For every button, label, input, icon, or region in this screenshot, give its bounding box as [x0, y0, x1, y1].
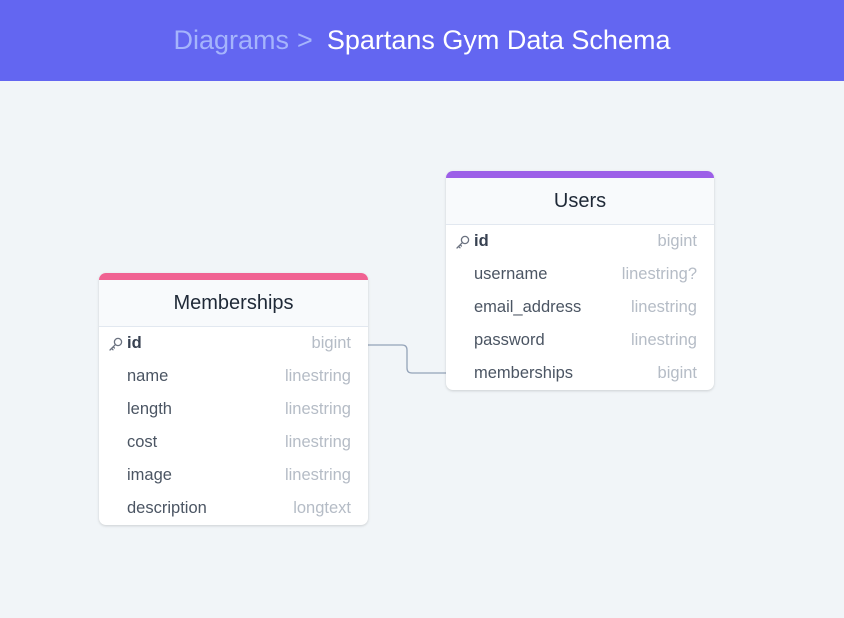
- field-type: linestring: [630, 298, 697, 316]
- field-row-length[interactable]: length linestring: [99, 393, 368, 426]
- relation-line-memberships-users: [368, 344, 446, 374]
- field-name: length: [127, 400, 172, 418]
- field-row-id[interactable]: id bigint: [99, 327, 368, 360]
- field-row-memberships[interactable]: memberships bigint: [446, 357, 714, 390]
- field-row-username[interactable]: username linestring?: [446, 258, 714, 291]
- breadcrumb-diagrams[interactable]: Diagrams: [174, 25, 290, 56]
- field-type: linestring: [284, 400, 351, 418]
- field-name: name: [127, 367, 169, 385]
- field-type: linestring: [284, 433, 351, 451]
- table-accent-bar: [99, 273, 368, 280]
- field-name: password: [474, 331, 545, 349]
- field-type: linestring: [284, 466, 351, 484]
- field-list: id bigint username linestring? email_add…: [446, 225, 714, 390]
- table-accent-bar: [446, 171, 714, 178]
- page-title: Spartans Gym Data Schema: [326, 25, 671, 55]
- field-list: id bigint name linestring length linestr…: [99, 327, 368, 525]
- field-row-email-address[interactable]: email_address linestring: [446, 291, 714, 324]
- field-name: description: [127, 499, 207, 517]
- field-type: linestring: [284, 367, 351, 385]
- field-row-image[interactable]: image linestring: [99, 459, 368, 492]
- field-type: longtext: [293, 499, 351, 517]
- field-name: username: [474, 265, 548, 283]
- field-type: linestring: [630, 331, 697, 349]
- breadcrumb-separator: >: [297, 25, 313, 55]
- field-name: image: [127, 466, 172, 484]
- table-memberships[interactable]: Memberships id bigint name linestring le…: [99, 273, 368, 525]
- table-header[interactable]: Memberships: [99, 280, 368, 327]
- field-type: linestring?: [621, 265, 697, 283]
- field-name: memberships: [474, 364, 574, 382]
- field-row-description[interactable]: description longtext: [99, 492, 368, 525]
- key-icon: [109, 337, 123, 351]
- field-row-id[interactable]: id bigint: [446, 225, 714, 258]
- field-type: bigint: [657, 232, 697, 250]
- header-bar: Diagrams > Spartans Gym Data Schema: [0, 0, 844, 81]
- field-type: bigint: [657, 364, 697, 382]
- field-row-name[interactable]: name linestring: [99, 360, 368, 393]
- field-row-password[interactable]: password linestring: [446, 324, 714, 357]
- field-name: email_address: [474, 298, 582, 316]
- field-row-cost[interactable]: cost linestring: [99, 426, 368, 459]
- field-name: cost: [127, 433, 158, 451]
- field-name: id: [474, 232, 489, 250]
- key-icon: [456, 235, 470, 249]
- field-name: id: [127, 334, 142, 352]
- table-users[interactable]: Users id bigint username linestring? ema…: [446, 171, 714, 390]
- table-header[interactable]: Users: [446, 178, 714, 225]
- field-type: bigint: [311, 334, 351, 352]
